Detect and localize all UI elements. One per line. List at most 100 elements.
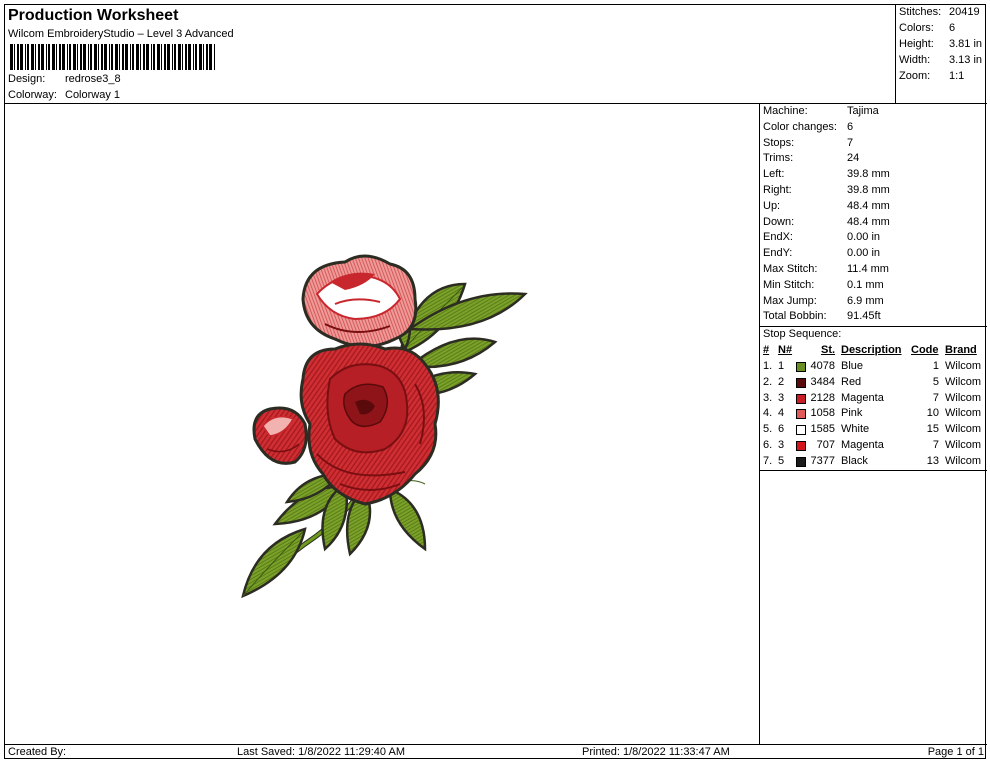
- col-num-header: #: [763, 344, 770, 356]
- machine-info-label: EndY:: [763, 247, 793, 260]
- machine-info-value: 0.1 mm: [847, 278, 884, 291]
- stop-num: 7.: [763, 454, 773, 467]
- barcode-bar: [48, 44, 50, 70]
- stop-row: 2. 2 3484 Red 5 Wilcom: [760, 376, 987, 392]
- stop-num: 3.: [763, 391, 773, 404]
- machine-info-row: Up: 48.4 mm: [763, 200, 890, 216]
- barcode-bar: [88, 44, 89, 70]
- worksheet-footer: Created By: Last Saved: 1/8/2022 11:29:4…: [5, 744, 987, 760]
- created-by: Created By:: [8, 746, 67, 758]
- page-title: Production Worksheet: [8, 7, 179, 24]
- col-desc-header: Description: [841, 344, 902, 356]
- barcode-bar: [157, 44, 160, 70]
- stop-code: 7: [932, 391, 939, 404]
- barcode-bar: [25, 44, 26, 70]
- width-value: 3.13 in: [949, 54, 983, 66]
- stop-num: 5.: [763, 423, 773, 436]
- rose-bud-left: [252, 406, 308, 465]
- machine-info-label: Trims:: [763, 152, 794, 165]
- barcode-bar: [56, 44, 57, 70]
- colors-value: 6: [949, 22, 956, 34]
- barcode-bar: [10, 44, 13, 70]
- stop-brand: Wilcom: [945, 454, 982, 467]
- height-row: Height: 3.81 in: [899, 38, 982, 50]
- col-brand-header: Brand: [945, 344, 977, 356]
- page-number: Page 1 of 1: [927, 746, 984, 758]
- machine-info-row: Min Stitch: 0.1 mm: [763, 279, 884, 295]
- machine-info-row: Total Bobbin: 91.45ft: [763, 310, 881, 326]
- design-label: Design:: [8, 73, 46, 85]
- machine-info-label: Min Stitch:: [763, 278, 815, 291]
- leaf-lower-left: [241, 527, 307, 599]
- machine-info-value: 39.8 mm: [847, 184, 890, 196]
- color-swatch: [796, 441, 806, 451]
- barcode-bar: [80, 44, 82, 70]
- barcode-bar: [104, 44, 107, 70]
- stop-row: 1. 1 4078 Blue 1 Wilcom: [760, 360, 987, 376]
- barcode-bar: [125, 44, 128, 70]
- machine-info-row: Trims: 24: [763, 152, 859, 168]
- barcode-bar: [35, 44, 36, 70]
- stop-stitches: 4078: [810, 360, 835, 372]
- col-st-header: St.: [821, 344, 836, 356]
- barcode-bar: [115, 44, 118, 70]
- col-n-header: N#: [778, 344, 793, 356]
- stop-needle: 6: [778, 423, 785, 436]
- stop-code: 1: [932, 360, 939, 372]
- barcode-bar: [41, 44, 44, 70]
- machine-info-row: Stops: 7: [763, 137, 853, 153]
- barcode-bar: [143, 44, 145, 70]
- stop-row: 3. 3 2128 Magenta 7 Wilcom: [760, 392, 987, 408]
- stop-brand: Wilcom: [945, 375, 982, 388]
- barcode-bar: [161, 44, 162, 70]
- barcode-bar: [20, 44, 23, 70]
- barcode-bar: [94, 44, 97, 70]
- rose-embroidery-image: [241, 254, 528, 599]
- machine-info-value: 48.4 mm: [847, 215, 890, 228]
- barcode-bar: [14, 44, 15, 70]
- barcode-bar: [178, 44, 181, 70]
- machine-info-row: Color changes: 6: [763, 121, 853, 137]
- stop-stitches: 2128: [810, 391, 835, 404]
- stop-brand: Wilcom: [945, 407, 982, 420]
- stop-stitches: 3484: [810, 375, 835, 388]
- stop-num: 6.: [763, 439, 773, 451]
- stop-table-divider: [760, 470, 987, 471]
- barcode-bar: [185, 44, 187, 70]
- barcode-bar: [195, 44, 197, 70]
- machine-info-row: Down: 48.4 mm: [763, 216, 890, 232]
- machine-info-row: Max Jump: 6.9 mm: [763, 295, 884, 311]
- color-swatch: [796, 393, 806, 404]
- col-code-header: Code: [911, 344, 939, 356]
- machine-info-value: 39.8 mm: [847, 168, 890, 181]
- barcode-bar: [83, 44, 86, 70]
- machine-info-row: Left: 39.8 mm: [763, 168, 890, 184]
- barcode-bar: [174, 44, 176, 70]
- stop-row: 5. 6 1585 White 15 Wilcom: [760, 423, 987, 439]
- barcode-bar: [167, 44, 170, 70]
- zoom-value: 1:1: [949, 70, 965, 82]
- height-value: 3.81 in: [949, 38, 983, 50]
- stop-sequence-title: Stop Sequence:: [760, 326, 987, 342]
- barcode-bar: [101, 44, 103, 70]
- width-row: Width: 3.13 in: [899, 54, 982, 66]
- machine-info-value: 11.4 mm: [847, 263, 889, 275]
- stop-brand: Wilcom: [945, 360, 982, 372]
- machine-info-label: Machine:: [763, 105, 808, 117]
- stitches-value: 20419: [949, 6, 980, 18]
- machine-info-row: Machine: Tajima: [763, 105, 879, 121]
- machine-info-value: 91.45ft: [847, 310, 881, 323]
- stop-row: 6. 3 707 Magenta 7 Wilcom: [760, 439, 987, 455]
- stop-description: Magenta: [841, 391, 884, 404]
- machine-info-label: Color changes:: [763, 120, 837, 133]
- stop-code: 10: [926, 407, 939, 420]
- barcode-bar: [214, 44, 215, 70]
- machine-info-label: Left:: [763, 168, 785, 181]
- stop-description: Black: [841, 454, 868, 467]
- stop-brand: Wilcom: [945, 391, 982, 404]
- barcode-bar: [209, 44, 212, 70]
- zoom-row: Zoom: 1:1: [899, 70, 964, 82]
- barcode-bar: [98, 44, 99, 70]
- stop-needle: 4: [778, 407, 785, 420]
- machine-info-value: 48.4 mm: [847, 199, 890, 212]
